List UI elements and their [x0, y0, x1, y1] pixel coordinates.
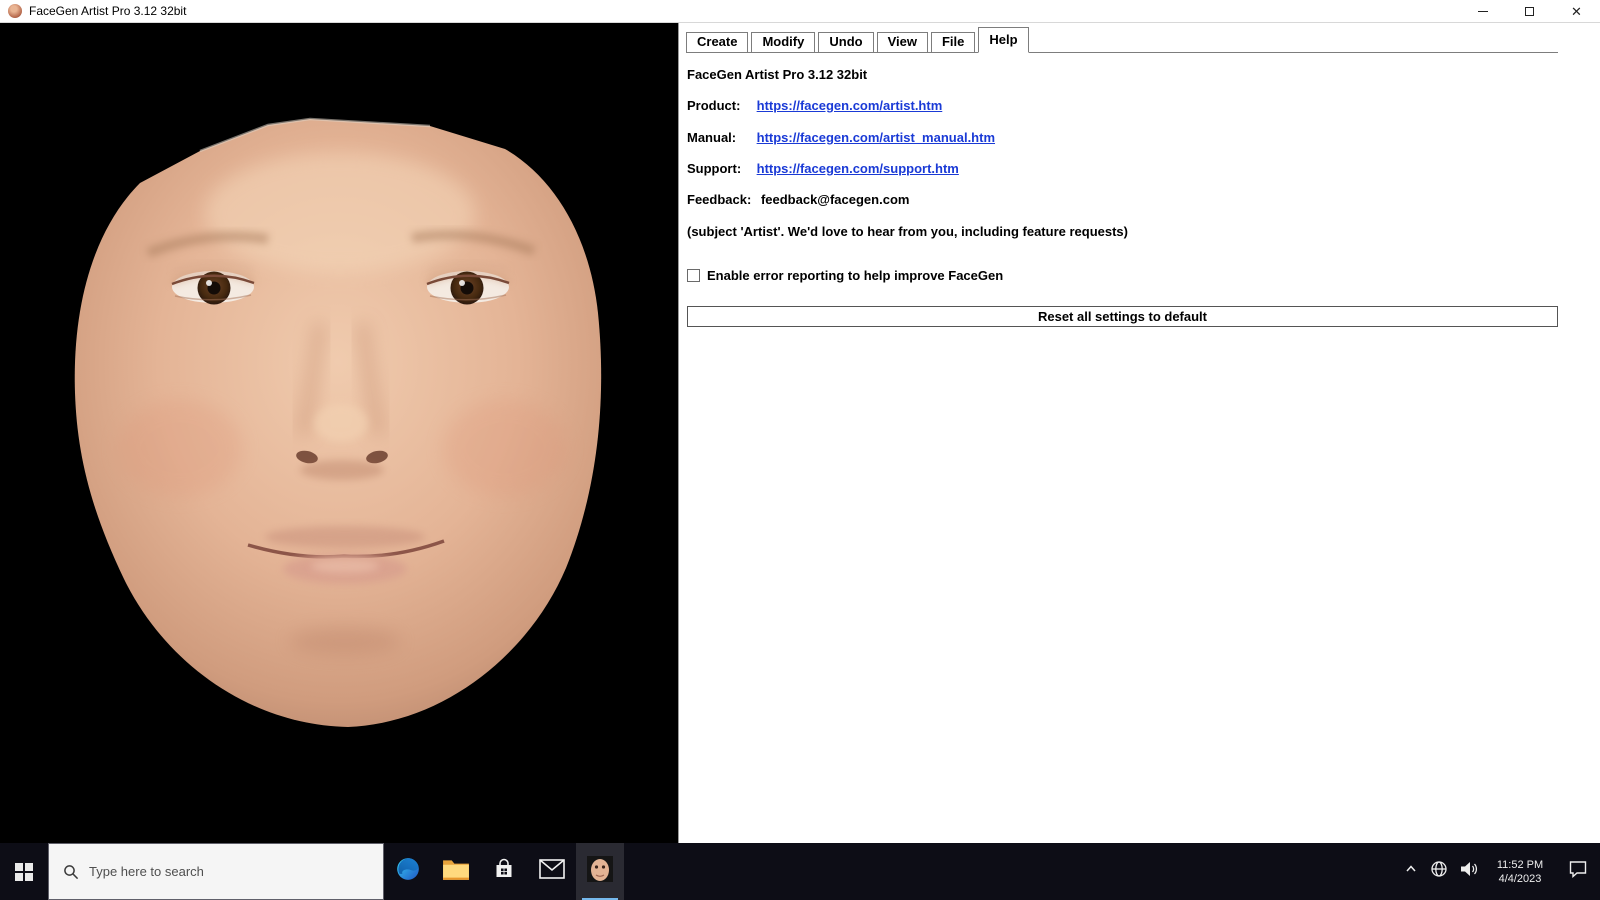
window-controls: ✕ — [1459, 0, 1600, 22]
feedback-row: Feedback: feedback@facegen.com — [687, 192, 1558, 207]
minimize-button[interactable] — [1459, 0, 1506, 22]
taskbar-app-file-explorer[interactable] — [432, 843, 480, 900]
face-3d-viewport[interactable] — [0, 23, 678, 843]
help-panel: Create Modify Undo View File Help FaceGe… — [678, 23, 1600, 843]
main-area: Create Modify Undo View File Help FaceGe… — [0, 23, 1600, 843]
manual-row: Manual: https://facegen.com/artist_manua… — [687, 130, 1558, 145]
error-reporting-checkbox[interactable] — [687, 269, 700, 282]
action-center-button[interactable] — [1556, 843, 1600, 900]
window-title: FaceGen Artist Pro 3.12 32bit — [29, 4, 186, 18]
clock-time: 11:52 PM — [1497, 858, 1543, 872]
window-titlebar: FaceGen Artist Pro 3.12 32bit ✕ — [0, 0, 1600, 23]
app-face-icon — [8, 4, 22, 18]
error-reporting-row: Enable error reporting to help improve F… — [687, 268, 1558, 283]
error-reporting-label: Enable error reporting to help improve F… — [707, 268, 1003, 283]
taskbar-app-store[interactable] — [480, 843, 528, 900]
feedback-email: feedback@facegen.com — [761, 192, 910, 207]
screen: FaceGen Artist Pro 3.12 32bit ✕ — [0, 0, 1600, 900]
product-label: Product: — [687, 98, 753, 113]
tab-help[interactable]: Help — [978, 27, 1028, 53]
support-link[interactable]: https://facegen.com/support.htm — [757, 161, 959, 176]
search-input[interactable] — [89, 864, 383, 879]
tab-undo[interactable]: Undo — [818, 32, 873, 52]
face-render — [0, 23, 678, 843]
edge-icon — [395, 856, 421, 887]
manual-label: Manual: — [687, 130, 753, 145]
feedback-note: (subject 'Artist'. We'd love to hear fro… — [687, 224, 1558, 239]
windows-logo-icon — [15, 863, 33, 881]
network-globe-icon — [1430, 860, 1448, 883]
speaker-icon — [1459, 860, 1479, 883]
search-icon — [63, 864, 79, 880]
tab-file[interactable]: File — [931, 32, 975, 52]
mail-icon — [539, 859, 565, 884]
notification-icon — [1568, 860, 1588, 883]
tray-clock[interactable]: 11:52 PM 4/4/2023 — [1484, 843, 1556, 900]
taskbar-app-mail[interactable] — [528, 843, 576, 900]
reset-settings-button[interactable]: Reset all settings to default — [687, 306, 1558, 327]
manual-link[interactable]: https://facegen.com/artist_manual.htm — [757, 130, 995, 145]
maximize-icon — [1525, 7, 1534, 16]
support-label: Support: — [687, 161, 753, 176]
taskbar: 11:52 PM 4/4/2023 — [0, 843, 1600, 900]
close-icon: ✕ — [1571, 5, 1582, 18]
tray-network-button[interactable] — [1424, 843, 1454, 900]
taskbar-app-facegen[interactable] — [576, 843, 624, 900]
microsoft-store-icon — [492, 857, 516, 886]
tab-view[interactable]: View — [877, 32, 928, 52]
close-button[interactable]: ✕ — [1553, 0, 1600, 22]
start-button[interactable] — [0, 843, 48, 900]
tray-volume-button[interactable] — [1454, 843, 1484, 900]
tab-modify[interactable]: Modify — [751, 32, 815, 52]
app-title: FaceGen Artist Pro 3.12 32bit — [687, 67, 1558, 82]
tray-overflow-button[interactable] — [1398, 843, 1424, 900]
tab-create[interactable]: Create — [686, 32, 748, 52]
product-row: Product: https://facegen.com/artist.htm — [687, 98, 1558, 113]
product-link[interactable]: https://facegen.com/artist.htm — [757, 98, 943, 113]
file-explorer-icon — [442, 857, 470, 886]
taskbar-app-edge[interactable] — [384, 843, 432, 900]
maximize-button[interactable] — [1506, 0, 1553, 22]
taskbar-spacer — [624, 843, 1398, 900]
tab-bar: Create Modify Undo View File Help — [686, 27, 1558, 53]
clock-date: 4/4/2023 — [1499, 872, 1542, 886]
chevron-up-icon — [1404, 862, 1418, 881]
minimize-icon — [1478, 11, 1488, 12]
support-row: Support: https://facegen.com/support.htm — [687, 161, 1558, 176]
system-tray: 11:52 PM 4/4/2023 — [1398, 843, 1600, 900]
facegen-app-icon — [587, 856, 613, 887]
taskbar-search[interactable] — [48, 843, 384, 900]
feedback-label: Feedback: — [687, 192, 751, 207]
help-content: FaceGen Artist Pro 3.12 32bit Product: h… — [687, 54, 1558, 843]
